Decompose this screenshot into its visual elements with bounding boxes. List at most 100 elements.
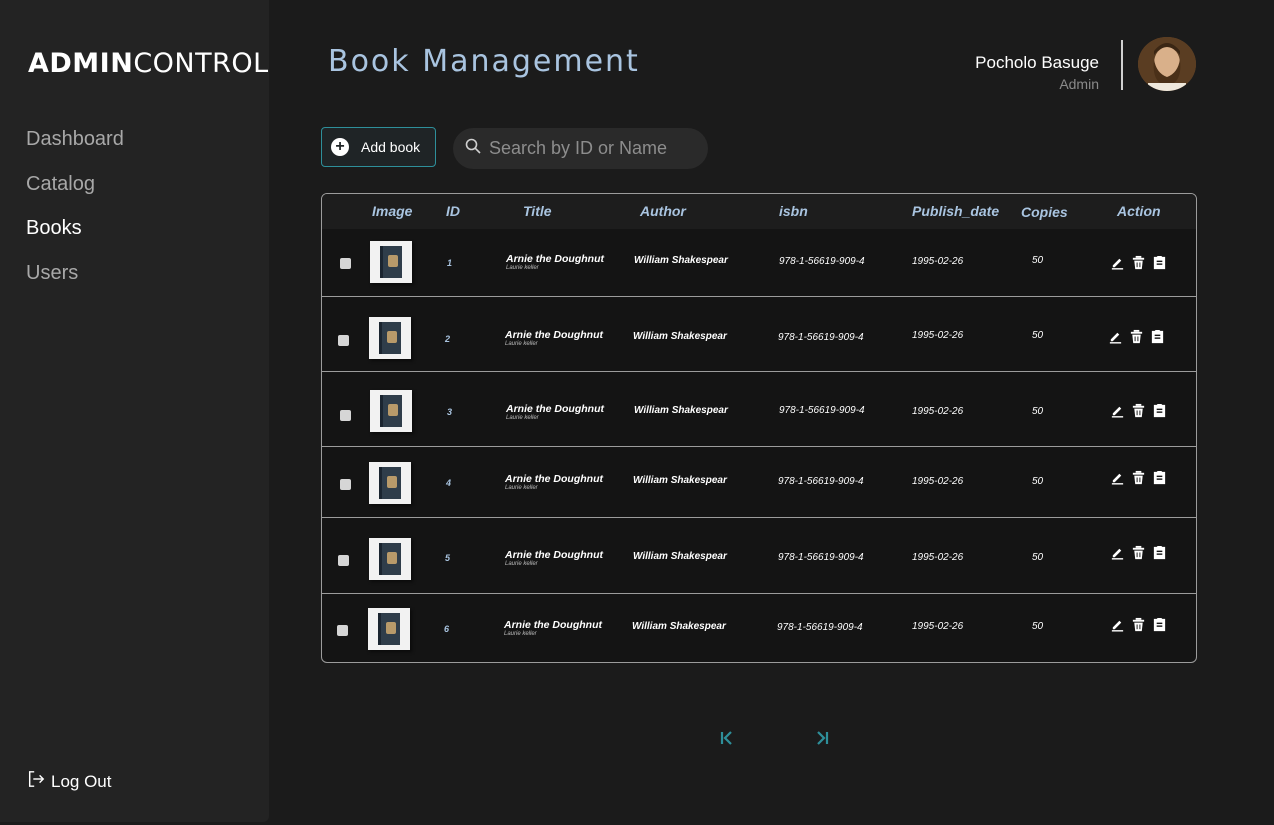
sidebar-nav: Dashboard Catalog Books Users	[26, 124, 124, 302]
pencil-icon[interactable]	[1108, 329, 1123, 344]
book-isbn: 978-1-56619-909-4	[777, 622, 863, 633]
book-copies: 50	[1032, 621, 1044, 632]
table-row: 1 Arnie the Doughnut Laurie keller Willi…	[322, 229, 1196, 297]
trash-icon[interactable]	[1129, 329, 1144, 344]
column-header-image: Image	[372, 203, 413, 219]
sidebar-item-dashboard[interactable]: Dashboard	[26, 124, 124, 169]
first-page-icon[interactable]	[717, 728, 737, 748]
avatar[interactable]	[1138, 37, 1196, 91]
book-copies: 50	[1032, 330, 1044, 341]
table-row: 3 Arnie the Doughnut Laurie keller Willi…	[322, 372, 1196, 447]
last-page-icon[interactable]	[812, 728, 832, 748]
row-actions	[1110, 545, 1167, 560]
book-cover-image	[369, 538, 411, 580]
search-input[interactable]	[489, 138, 699, 159]
table-header: Image ID Title Author isbn Publish_date …	[322, 194, 1196, 229]
book-author: William Shakespear	[632, 621, 726, 632]
book-id: 3	[447, 407, 453, 417]
clipboard-icon[interactable]	[1152, 545, 1167, 560]
row-checkbox[interactable]	[338, 555, 349, 566]
trash-icon[interactable]	[1131, 403, 1146, 418]
row-actions	[1110, 470, 1167, 485]
logout-label: Log Out	[51, 771, 112, 791]
book-title-text: Arnie the Doughnut	[506, 253, 604, 265]
table-row: 4 Arnie the Doughnut Laurie keller Willi…	[322, 447, 1196, 518]
search-bar	[453, 128, 708, 169]
book-subtitle: Laurie keller	[505, 561, 538, 567]
book-subtitle: Laurie keller	[505, 485, 538, 491]
clipboard-icon[interactable]	[1152, 617, 1167, 632]
book-id: 5	[445, 553, 451, 563]
pencil-icon[interactable]	[1110, 403, 1125, 418]
book-author: William Shakespear	[633, 331, 727, 342]
sidebar-item-users[interactable]: Users	[26, 258, 124, 303]
user-role: Admin	[1059, 76, 1099, 92]
pencil-icon[interactable]	[1110, 255, 1125, 270]
book-title-text: Arnie the Doughnut	[504, 619, 602, 631]
row-actions	[1110, 403, 1167, 418]
user-name: Pocholo Basuge	[975, 53, 1099, 72]
book-subtitle: Laurie keller	[506, 415, 539, 421]
book-publish-date: 1995-02-26	[912, 476, 964, 487]
sidebar: ADMINCONTROL Dashboard Catalog Books Use…	[0, 0, 269, 822]
book-isbn: 978-1-56619-909-4	[779, 405, 865, 416]
book-title: Arnie the Doughnut Laurie keller	[504, 619, 602, 637]
book-id: 1	[447, 258, 453, 268]
add-book-button[interactable]: + Add book	[321, 127, 436, 167]
brand-light: CONTROL	[133, 48, 269, 79]
column-header-isbn: isbn	[779, 203, 808, 219]
table-row: 2 Arnie the Doughnut Laurie keller Willi…	[322, 297, 1196, 372]
pencil-icon[interactable]	[1110, 470, 1125, 485]
book-title: Arnie the Doughnut Laurie keller	[505, 329, 603, 347]
book-id: 4	[446, 478, 452, 488]
books-table: Image ID Title Author isbn Publish_date …	[321, 193, 1197, 663]
sidebar-item-books[interactable]: Books	[26, 213, 124, 258]
book-cover-image	[369, 462, 411, 504]
book-author: William Shakespear	[634, 255, 728, 266]
row-checkbox[interactable]	[340, 258, 351, 269]
row-checkbox[interactable]	[338, 335, 349, 346]
book-author: William Shakespear	[633, 475, 727, 486]
column-header-action: Action	[1117, 203, 1161, 219]
book-publish-date: 1995-02-26	[912, 256, 964, 267]
book-cover-image	[370, 241, 412, 283]
book-isbn: 978-1-56619-909-4	[778, 332, 864, 343]
row-checkbox[interactable]	[340, 410, 351, 421]
add-book-label: Add book	[361, 139, 421, 155]
logout-icon	[27, 770, 45, 793]
row-checkbox[interactable]	[337, 625, 348, 636]
clipboard-icon[interactable]	[1152, 255, 1167, 270]
book-title-text: Arnie the Doughnut	[505, 473, 603, 485]
book-publish-date: 1995-02-26	[912, 330, 964, 341]
row-checkbox[interactable]	[340, 479, 351, 490]
sidebar-item-catalog[interactable]: Catalog	[26, 169, 124, 214]
pencil-icon[interactable]	[1110, 545, 1125, 560]
book-title: Arnie the Doughnut Laurie keller	[505, 549, 603, 567]
book-publish-date: 1995-02-26	[912, 621, 964, 632]
book-cover-image	[368, 608, 410, 650]
book-title-text: Arnie the Doughnut	[506, 403, 604, 415]
row-actions	[1108, 329, 1165, 344]
trash-icon[interactable]	[1131, 545, 1146, 560]
book-id: 2	[445, 334, 451, 344]
column-header-id: ID	[446, 203, 460, 219]
book-isbn: 978-1-56619-909-4	[778, 552, 864, 563]
clipboard-icon[interactable]	[1152, 470, 1167, 485]
clipboard-icon[interactable]	[1150, 329, 1165, 344]
trash-icon[interactable]	[1131, 470, 1146, 485]
book-title: Arnie the Doughnut Laurie keller	[506, 403, 604, 421]
clipboard-icon[interactable]	[1152, 403, 1167, 418]
column-header-title: Title	[523, 203, 552, 219]
trash-icon[interactable]	[1131, 255, 1146, 270]
trash-icon[interactable]	[1131, 617, 1146, 632]
logout-button[interactable]: Log Out	[27, 770, 112, 793]
brand-bold: ADMIN	[28, 48, 134, 79]
book-cover-image	[370, 390, 412, 432]
row-actions	[1110, 617, 1167, 632]
search-icon	[465, 138, 481, 159]
book-copies: 50	[1032, 552, 1044, 563]
pencil-icon[interactable]	[1110, 617, 1125, 632]
book-copies: 50	[1032, 476, 1044, 487]
book-author: William Shakespear	[634, 405, 728, 416]
book-title-text: Arnie the Doughnut	[505, 549, 603, 561]
